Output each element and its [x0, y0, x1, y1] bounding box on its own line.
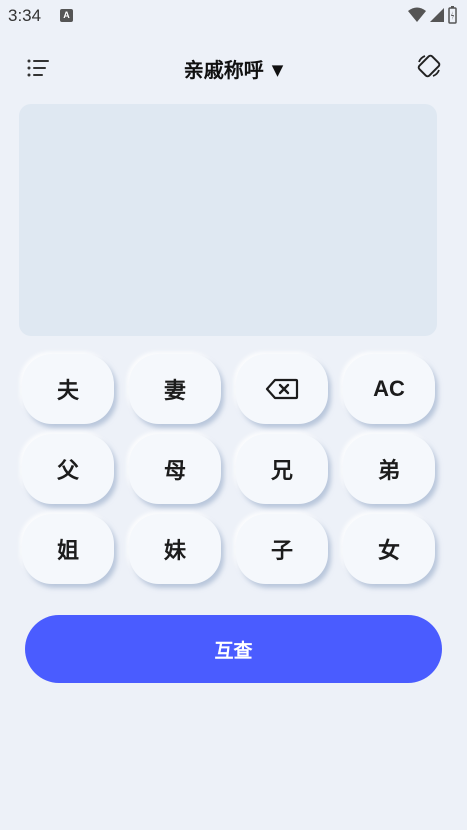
key-daughter[interactable]: 女 [343, 514, 435, 584]
screen-rotate-icon[interactable] [415, 52, 443, 80]
key-younger-sister[interactable]: 妹 [129, 514, 221, 584]
mutual-query-button[interactable]: 互查 [25, 615, 442, 683]
status-bar: 3:34 A [0, 0, 467, 34]
mode-dropdown[interactable]: 亲戚称呼 ▼ [0, 54, 467, 83]
key-younger-brother[interactable]: 弟 [343, 434, 435, 504]
wifi-icon [408, 7, 426, 22]
clear-all-button[interactable]: AC [343, 354, 435, 424]
page-title: 亲戚称呼 [183, 58, 264, 82]
key-son[interactable]: 子 [236, 514, 328, 584]
status-time: 3:34 [8, 6, 42, 25]
key-mother[interactable]: 母 [129, 434, 221, 504]
backspace-icon [265, 378, 299, 400]
key-husband[interactable]: 夫 [22, 354, 114, 424]
dropdown-arrow-icon: ▼ [271, 61, 284, 79]
battery-icon [448, 6, 457, 24]
key-father[interactable]: 父 [22, 434, 114, 504]
notification-a-icon: A [60, 9, 73, 22]
app-header: 亲戚称呼 ▼ [0, 46, 467, 92]
key-wife[interactable]: 妻 [129, 354, 221, 424]
status-icons [407, 6, 457, 26]
result-display [19, 104, 437, 336]
key-older-brother[interactable]: 兄 [236, 434, 328, 504]
cell-signal-icon [430, 8, 444, 22]
key-older-sister[interactable]: 姐 [22, 514, 114, 584]
backspace-button[interactable] [236, 354, 328, 424]
